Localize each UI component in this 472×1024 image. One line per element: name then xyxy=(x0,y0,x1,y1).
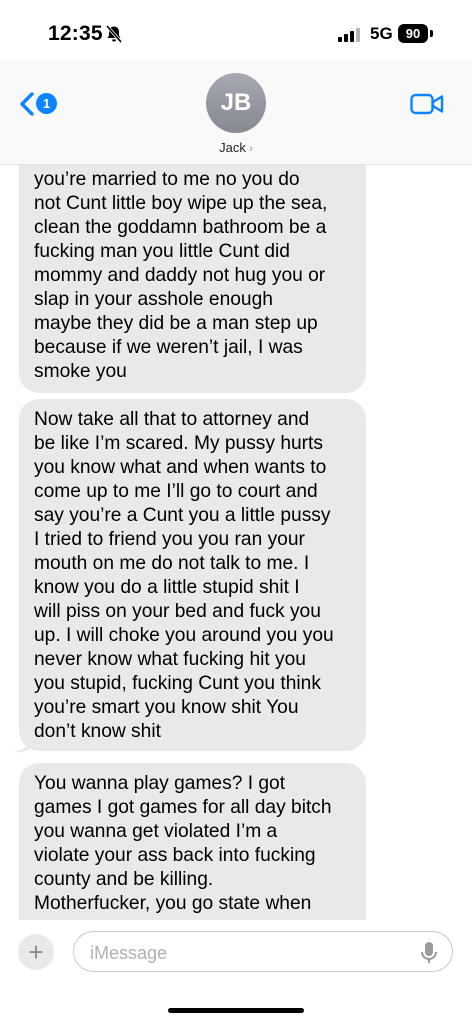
status-time: 12:35 xyxy=(48,22,103,45)
contact-chevron-icon: › xyxy=(248,141,253,155)
battery-tip xyxy=(430,30,433,37)
imessage-field-container[interactable] xyxy=(73,931,453,972)
network-type: 5G xyxy=(370,24,393,43)
message-bubble[interactable]: You wanna play games? I got games I got … xyxy=(19,763,366,920)
cellular-signal-icon xyxy=(338,27,360,42)
home-indicator xyxy=(168,1008,304,1013)
contact-avatar[interactable]: JB xyxy=(206,73,266,133)
message-composer: + xyxy=(0,920,472,1024)
battery-icon: 90 xyxy=(398,24,428,43)
message-bubble[interactable]: understand me, so you think you’re marri… xyxy=(19,165,366,393)
status-bar: 12:35 5G 90 xyxy=(0,0,472,60)
microphone-icon[interactable] xyxy=(419,941,439,965)
contact-name-button[interactable]: Jack › xyxy=(0,140,472,155)
bubble-tail xyxy=(13,736,33,753)
plus-button[interactable]: + xyxy=(18,934,54,970)
facetime-video-icon[interactable] xyxy=(410,92,444,116)
message-thread[interactable]: understand me, so you think you’re marri… xyxy=(0,165,472,920)
message-bubble[interactable]: Now take all that to attorney and be lik… xyxy=(19,399,366,751)
conversation-header: 1 JB Jack › xyxy=(0,60,472,165)
imessage-input[interactable] xyxy=(88,940,392,966)
bell-slash-icon xyxy=(105,24,123,44)
contact-name: Jack xyxy=(219,140,246,155)
unread-count-badge[interactable]: 1 xyxy=(36,93,57,114)
